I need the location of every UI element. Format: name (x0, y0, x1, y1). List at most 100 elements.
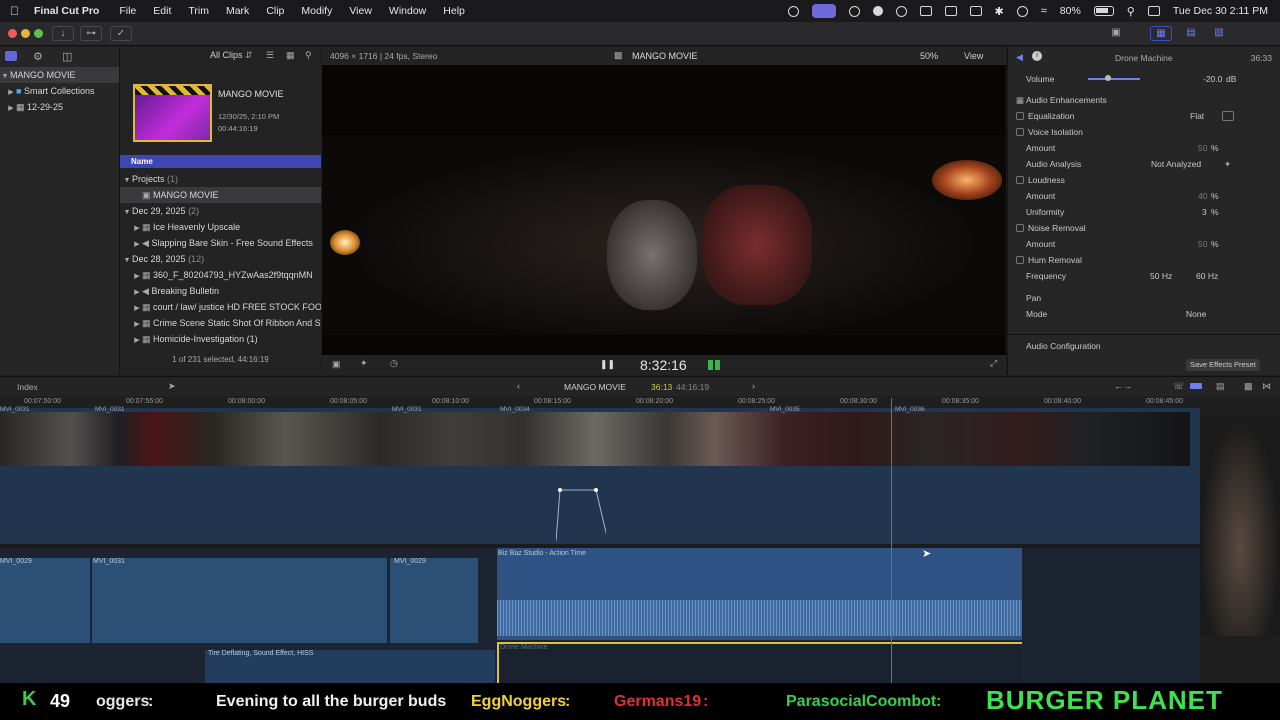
volume-keyframes[interactable] (555, 488, 609, 543)
background-tasks-button[interactable]: ✓ (110, 26, 132, 41)
voice-amount-value[interactable]: 50 (1198, 140, 1207, 156)
list-item[interactable]: ▶ ▦ Crime Scene Static Shot Of Ribbon And… (120, 315, 321, 331)
info-icon[interactable]: i (1032, 51, 1042, 61)
forward-icon[interactable]: › (752, 381, 755, 391)
window-close-button[interactable] (8, 29, 17, 38)
list-item[interactable]: ▶ ▦ Homicide-Investigation (1) (120, 331, 321, 347)
sidebar-item-smart-collections[interactable]: ▶ ■ Smart Collections (0, 83, 119, 99)
volume-slider[interactable] (1088, 78, 1140, 80)
chevron-right-icon[interactable]: ▶ (132, 317, 142, 331)
transform-icon[interactable]: ▣ (332, 359, 341, 370)
menu-window[interactable]: Window (389, 5, 426, 17)
pause-button[interactable]: ❚❚ (600, 359, 615, 370)
hum-removal-checkbox[interactable] (1016, 256, 1024, 264)
volume-icon[interactable] (919, 6, 932, 16)
clip-filter-dropdown[interactable]: All Clips ⇵ (210, 50, 253, 61)
music-clip[interactable] (497, 548, 1022, 640)
chevron-right-icon[interactable]: ▶ (132, 269, 142, 283)
control-center-icon[interactable] (1147, 6, 1160, 16)
snapping-icon[interactable] (1190, 383, 1202, 389)
list-view-icon[interactable]: ☰ (266, 50, 274, 61)
back-icon[interactable]: ‹ (517, 381, 520, 391)
clip-appearance-icon[interactable]: ▦ (286, 50, 295, 61)
menu-view[interactable]: View (349, 5, 372, 17)
transitions-icon[interactable]: ⋈ (1262, 381, 1271, 392)
frequency-60-radio[interactable]: 60 Hz (1196, 268, 1218, 284)
name-column-header[interactable]: Name (120, 155, 321, 168)
eq-graph-icon[interactable] (1222, 111, 1234, 121)
volume-slider-handle[interactable] (1105, 75, 1111, 81)
list-item[interactable]: ▶ ▦ court / law/ justice HD FREE STOCK FO… (120, 299, 321, 315)
list-item[interactable]: ▣ MANGO MOVIE (120, 187, 321, 203)
pan-mode-dropdown[interactable]: None (1186, 306, 1206, 322)
sidebar-item-library[interactable]: ▼ MANGO MOVIE (0, 67, 119, 83)
chevron-right-icon[interactable]: ▶ (132, 285, 142, 299)
display-icon[interactable] (969, 6, 982, 16)
menu-edit[interactable]: Edit (153, 5, 171, 17)
speed-icon[interactable]: ◷ (390, 358, 398, 369)
chevron-right-icon[interactable]: ▶ (132, 333, 142, 347)
audio-configuration-row[interactable]: Audio Configuration (1008, 338, 1280, 354)
group-dec-29[interactable]: ▼ Dec 29, 2025 (2) (120, 203, 321, 219)
menu-app-name[interactable]: Final Cut Pro (34, 5, 99, 17)
playhead[interactable] (891, 398, 892, 683)
list-item[interactable]: ▶ ▦ 360_F_80204793_HYZwAas2f9tqqnMN (120, 267, 321, 283)
window-minimize-button[interactable] (21, 29, 30, 38)
loudness-amount-value[interactable]: 40 (1198, 188, 1207, 204)
audio-clip[interactable] (390, 558, 478, 643)
chevron-down-icon[interactable]: ▼ (0, 69, 10, 83)
video-viewer[interactable] (322, 65, 1006, 355)
voice-isolation-checkbox[interactable] (1016, 128, 1024, 136)
audio-clip[interactable] (0, 558, 90, 643)
fullscreen-icon[interactable]: ⤢ (990, 358, 997, 369)
timeline-ruler[interactable]: 00:07:50:00 00:07:55:00 00:08:00:00 00:08:0… (0, 396, 1200, 408)
status-dial-icon[interactable] (1016, 5, 1028, 17)
apple-icon[interactable]:  (10, 4, 24, 18)
browser-toggle-button[interactable]: ▦ (1150, 26, 1172, 41)
library-tab-icon[interactable] (5, 51, 17, 61)
save-effects-preset-button[interactable]: Save Effects Preset (1186, 359, 1260, 371)
group-dec-28[interactable]: ▼ Dec 28, 2025 (12) (120, 251, 321, 267)
chevron-right-icon[interactable]: ▶ (6, 101, 16, 115)
inspector-toggle-button[interactable]: ▧ (1208, 26, 1230, 41)
chevron-down-icon[interactable]: ▼ (122, 205, 132, 219)
zoom-to-fit-icon[interactable]: ←→ (1114, 381, 1132, 391)
headphones-icon[interactable]: ☏ (1173, 381, 1184, 392)
menu-mark[interactable]: Mark (226, 5, 249, 17)
list-item[interactable]: ▶ ◀ Slapping Bare Skin - Free Sound Effec… (120, 235, 321, 251)
search-icon[interactable]: ⚲ (305, 50, 312, 61)
frequency-50-radio[interactable]: 50 Hz (1150, 268, 1172, 284)
photos-tab-icon[interactable]: ⚙ (33, 50, 43, 63)
list-item[interactable]: ▶ ▦ Ice Heavenly Upscale (120, 219, 321, 235)
timeline-toggle-button[interactable]: ▤ (1180, 26, 1202, 41)
select-tool-icon[interactable]: ➤ (168, 381, 176, 392)
menu-clock[interactable]: Tue Dec 30 2:11 PM (1173, 5, 1268, 17)
menu-clip[interactable]: Clip (266, 5, 284, 17)
play-status-icon[interactable] (895, 5, 907, 17)
timeline-project-name[interactable]: MANGO MOVIE (564, 382, 626, 392)
primary-storyline[interactable]: MVI_0031 MVI_0031 MVI_0031 MVI_0034 MVI_0035… (0, 406, 1200, 544)
zoom-dropdown[interactable]: 50% (920, 51, 938, 61)
noise-amount-value[interactable]: 50 (1198, 236, 1207, 252)
index-button[interactable]: Index (17, 382, 38, 392)
spotlight-search-icon[interactable]: ⚲ (1127, 5, 1135, 18)
loudness-checkbox[interactable] (1016, 176, 1024, 184)
menu-trim[interactable]: Trim (188, 5, 209, 17)
audio-enhancements-header[interactable]: ▦ Audio Enhancements (1008, 92, 1280, 108)
sidebar-item-event[interactable]: ▶ ▦ 12-29-25 (0, 99, 119, 115)
chevron-right-icon[interactable]: ▶ (132, 221, 142, 235)
analyze-wand-icon[interactable]: ✦ (1224, 156, 1231, 172)
wifi-icon[interactable]: ≈ (1041, 5, 1047, 17)
volume-value[interactable]: -20.0 (1203, 71, 1222, 87)
uniformity-value[interactable]: 3 (1202, 204, 1207, 220)
battery-icon[interactable] (1093, 6, 1114, 16)
chevron-down-icon[interactable]: ▼ (122, 173, 132, 187)
view-dropdown[interactable]: View (964, 51, 983, 61)
enhance-icon[interactable]: ✦ (360, 358, 368, 369)
menu-modify[interactable]: Modify (301, 5, 332, 17)
equalization-checkbox[interactable] (1016, 112, 1024, 120)
share-button[interactable]: ▣ (1106, 26, 1126, 41)
screen-record-icon[interactable] (811, 4, 836, 18)
titles-tab-icon[interactable]: ◫ (62, 50, 72, 63)
status-app-icon[interactable] (872, 6, 883, 16)
